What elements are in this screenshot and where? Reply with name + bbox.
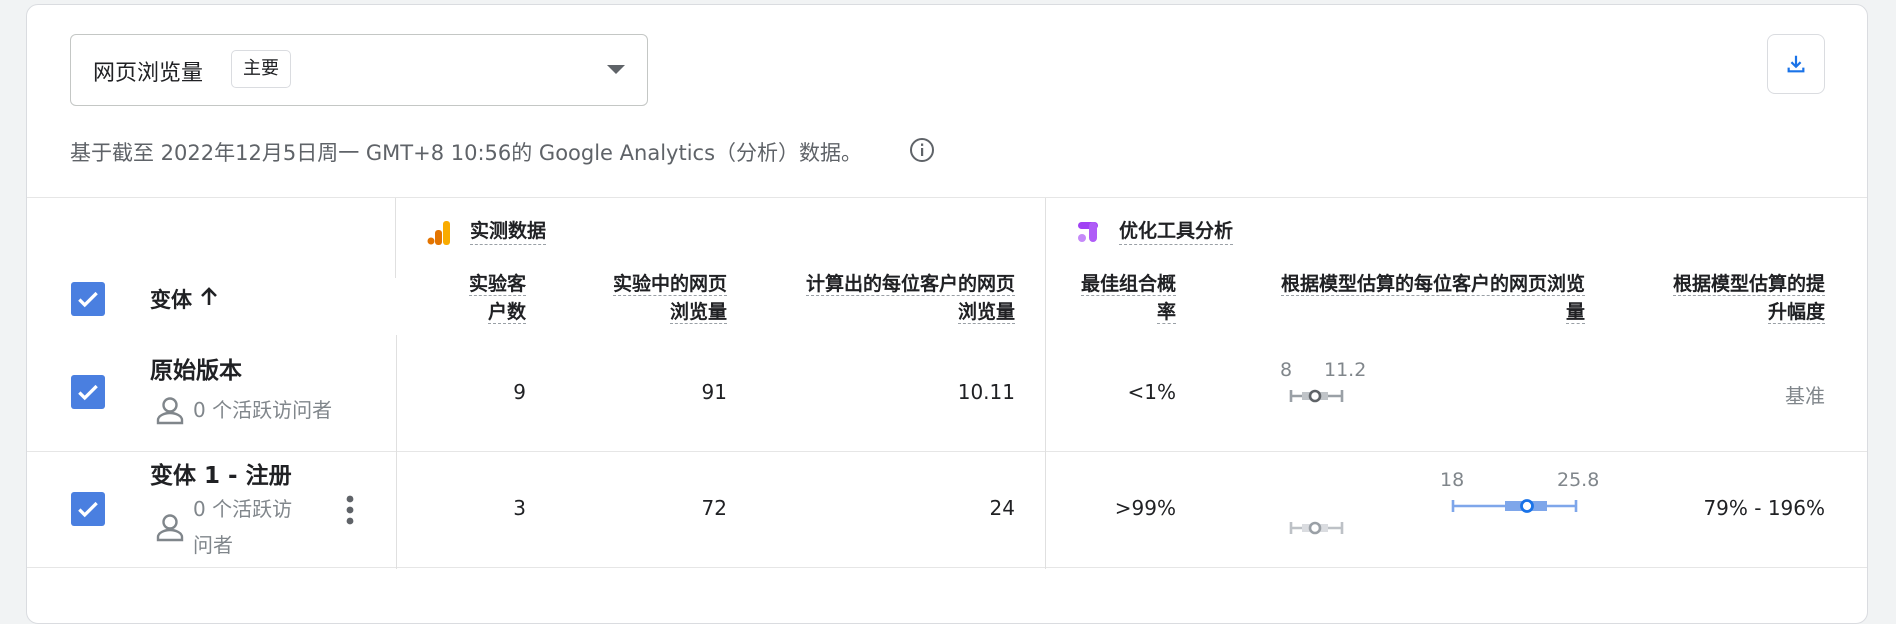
cell-users: 9: [513, 380, 526, 404]
col-per-user-header[interactable]: 计算出的每位客户的网页 浏览量: [740, 270, 1015, 326]
ci-high-label: 11.2: [1324, 359, 1367, 381]
col-improvement-header[interactable]: 根据模型估算的提 升幅度: [1600, 270, 1825, 326]
analytics-icon: [427, 221, 450, 245]
check-icon: [78, 501, 98, 518]
active-visitors-line2: 问者: [193, 533, 233, 557]
col-modeled-header[interactable]: 根据模型估算的每位客户的网页浏览 量: [1185, 270, 1585, 326]
col-prob-best-header[interactable]: 最佳组合概 率: [1060, 270, 1176, 326]
ci-low-label: 18: [1440, 469, 1465, 491]
cell-improvement: 基准: [1785, 384, 1825, 408]
info-icon[interactable]: [909, 137, 935, 163]
col-pageviews-header-line1: 实验中的网页: [612, 273, 727, 296]
primary-badge: 主要: [231, 50, 291, 88]
cell-prob-best: >99%: [1114, 496, 1176, 520]
active-visitors-variant-1: 0 个活跃访 问者: [193, 491, 292, 563]
confidence-interval-variant-1[interactable]: [1450, 496, 1580, 516]
col-prob-best-header-line2: 率: [1156, 301, 1176, 324]
col-improvement-header-line1: 根据模型估算的提: [1672, 273, 1825, 296]
cell-improvement: 79% - 196%: [1703, 496, 1825, 520]
variant-name-original[interactable]: 原始版本: [150, 351, 242, 385]
more-vert-icon[interactable]: [338, 493, 362, 529]
active-visitors-original: 0 个活跃访问者: [193, 398, 333, 422]
col-per-user-header-line2: 浏览量: [957, 301, 1015, 324]
check-icon: [78, 291, 98, 308]
row-divider: [27, 567, 1867, 568]
col-prob-best-header-line1: 最佳组合概: [1080, 273, 1176, 296]
metric-label: 网页浏览量: [93, 61, 204, 86]
person-icon: [156, 514, 184, 542]
group-divider: [396, 335, 397, 569]
col-pageviews-header[interactable]: 实验中的网页 浏览量: [560, 270, 727, 326]
variant-column-header[interactable]: 变体: [150, 284, 192, 314]
select-all-checkbox[interactable]: [71, 282, 105, 316]
metric-dropdown[interactable]: 网页浏览量 主要: [70, 34, 648, 106]
download-button[interactable]: [1767, 34, 1825, 94]
observed-data-group-title: 实测数据: [470, 220, 547, 245]
col-users-header[interactable]: 实验客 户数: [420, 270, 526, 326]
cell-per-user: 10.11: [957, 380, 1015, 404]
cell-prob-best: <1%: [1127, 380, 1177, 404]
data-freshness-text: 基于截至 2022年12月5日周一 GMT+8 10:56的 Google An…: [70, 141, 863, 165]
optimize-icon: [1078, 222, 1098, 242]
cell-users: 3: [513, 496, 526, 520]
optimizer-group-title: 优化工具分析: [1119, 220, 1234, 245]
row-divider: [27, 451, 1867, 452]
person-icon: [156, 397, 184, 425]
active-visitors-line1: 0 个活跃访: [193, 497, 293, 521]
group-divider: [1045, 198, 1046, 569]
cell-pageviews: 91: [701, 380, 727, 404]
group-divider: [395, 198, 396, 278]
col-users-header-line1: 实验客: [468, 273, 526, 296]
col-pageviews-header-line2: 浏览量: [669, 301, 727, 324]
col-modeled-header-line2: 量: [1565, 301, 1585, 324]
ci-high-label: 25.8: [1557, 469, 1600, 491]
chevron-down-icon: [607, 65, 625, 74]
row-checkbox-original[interactable]: [71, 375, 105, 409]
confidence-interval-original[interactable]: [1285, 386, 1345, 406]
check-icon: [78, 384, 98, 401]
confidence-interval-baseline-ghost: [1289, 521, 1344, 535]
col-modeled-header-line1: 根据模型估算的每位客户的网页浏览: [1280, 273, 1585, 296]
cell-pageviews: 72: [701, 496, 727, 520]
row-checkbox-variant-1[interactable]: [71, 492, 105, 526]
col-improvement-header-line2: 升幅度: [1767, 301, 1825, 324]
col-users-header-line2: 户数: [487, 301, 526, 324]
ci-low-label: 8: [1280, 359, 1293, 381]
col-per-user-header-line1: 计算出的每位客户的网页: [805, 273, 1015, 296]
cell-per-user: 24: [989, 496, 1015, 520]
arrow-up-icon[interactable]: [197, 284, 221, 308]
download-icon: [1787, 55, 1805, 73]
table-top-divider: [27, 197, 1867, 198]
variant-name-variant-1[interactable]: 变体 1 - 注册: [150, 456, 292, 490]
